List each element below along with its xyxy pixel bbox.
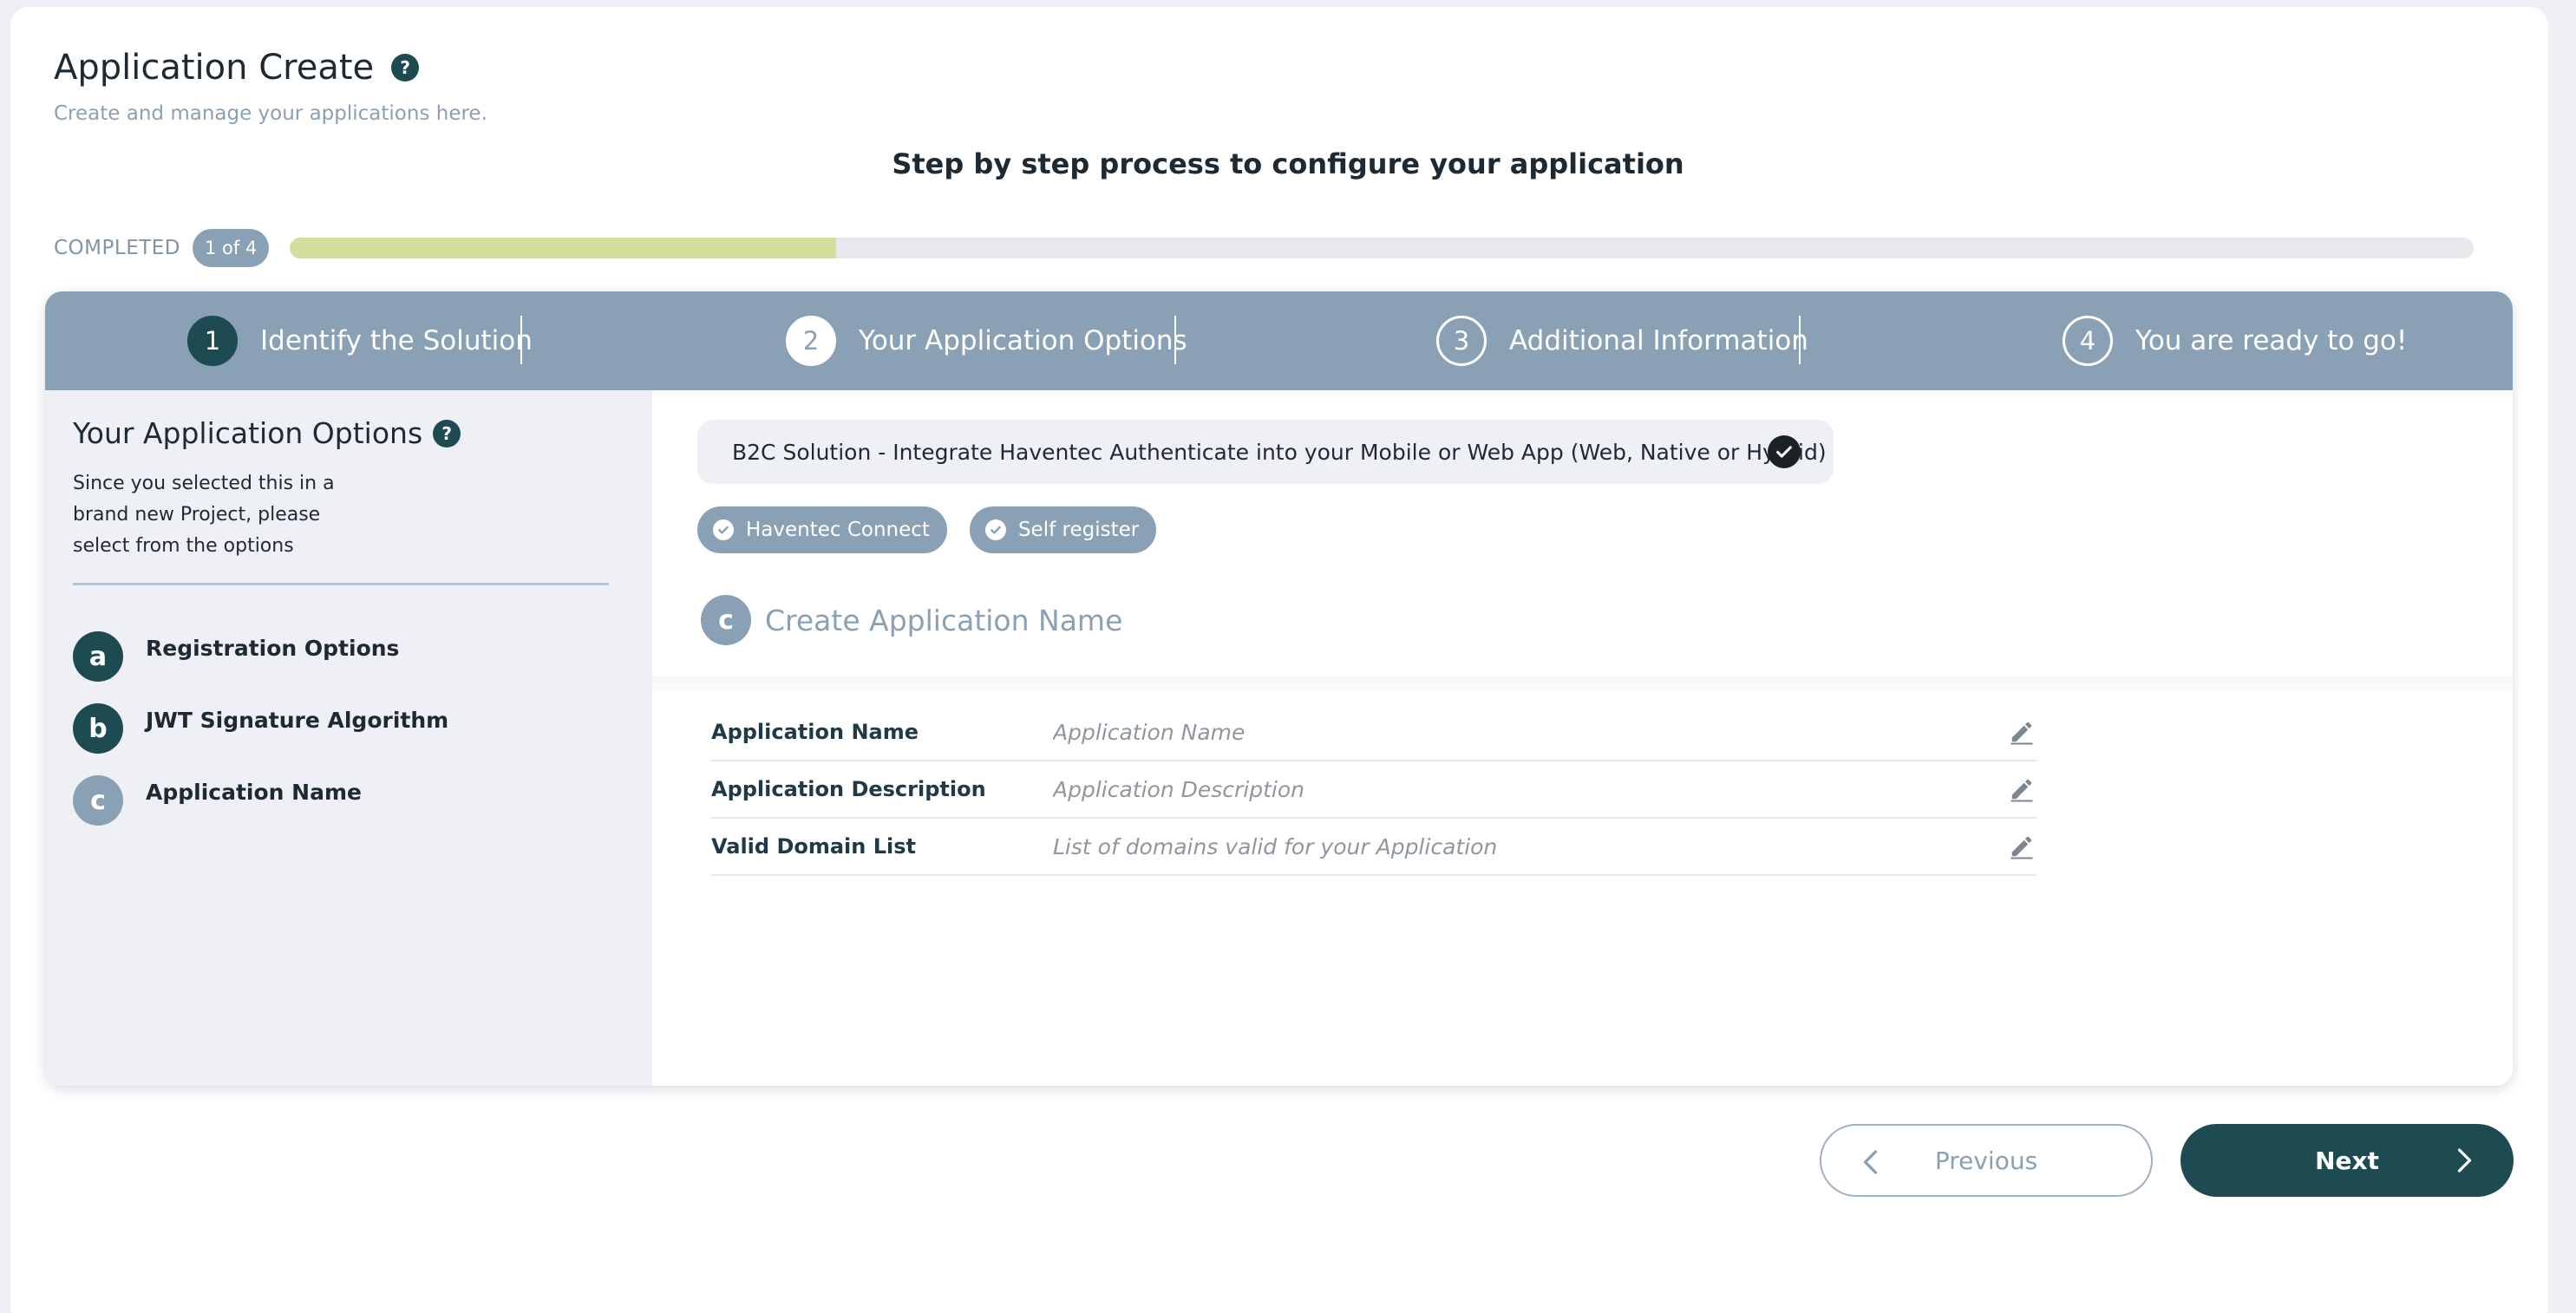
sidebar-item-application-name[interactable]: c Application Name [73,775,362,826]
step-number: 2 [786,316,836,366]
application-description-input[interactable] [1053,776,2009,802]
step-label: You are ready to go! [2135,325,2408,356]
step-label: Identify the Solution [260,325,533,356]
chip-haventec-connect: Haventec Connect [697,506,947,553]
section-heading-text: Create Application Name [765,603,1123,637]
help-icon[interactable]: ? [391,54,420,82]
steps-heading: Step by step process to configure your a… [892,147,1684,180]
sidebar-item-label: Application Name [146,779,362,805]
chip-self-register: Self register [969,506,1157,553]
sidebar-item-label: Registration Options [146,635,400,661]
step-divider [520,316,522,364]
selected-solution-text: B2C Solution - Integrate Haventec Authen… [732,439,1827,465]
step-additional-information[interactable]: 3 Additional Information [1436,291,1808,390]
chevron-right-icon [2457,1148,2472,1173]
step-number: 3 [1436,316,1487,366]
application-name-row: Application Name [711,704,2037,761]
pencil-icon[interactable] [2009,719,2035,745]
sidebar-title-text: Your Application Options [73,416,423,450]
chip-label: Haventec Connect [746,519,930,541]
progress-row: COMPLETED 1 of 4 [54,227,2474,269]
step-divider [1174,316,1176,364]
chevron-left-icon [1863,1150,1878,1174]
section-divider [652,676,2513,696]
application-name-label: Application Name [711,720,919,744]
progress-bar [290,238,2474,258]
check-icon [984,519,1006,540]
completed-count-badge: 1 of 4 [193,229,270,267]
application-description-row: Application Description [711,761,2037,819]
next-button-label: Next [2315,1146,2379,1175]
step-ready-to-go[interactable]: 4 You are ready to go! [2063,291,2407,390]
page-title: Application Create ? [54,43,420,92]
application-description-label: Application Description [711,777,986,801]
step-letter-badge: a [73,631,123,682]
section-heading: c Create Application Name [701,595,1122,645]
sidebar-item-registration-options[interactable]: a Registration Options [73,631,399,682]
sidebar-description: Since you selected this in a brand new P… [73,473,335,557]
previous-button-label: Previous [1934,1146,2038,1175]
step-identify-solution[interactable]: 1 Identify the Solution [187,291,533,390]
options-sidebar: Your Application Options ? Since you sel… [45,390,652,1086]
sidebar-title: Your Application Options ? [73,416,461,450]
step-letter-badge: b [73,703,123,754]
step-divider [1799,316,1801,364]
previous-button[interactable]: Previous [1820,1124,2153,1197]
progress-bar-fill [290,238,836,258]
step-number: 4 [2063,316,2113,366]
step-number: 1 [187,316,238,366]
selected-options-chips: Haventec Connect Self register [697,506,1157,553]
step-letter-badge: c [73,775,123,826]
pencil-icon[interactable] [2009,833,2035,859]
page-title-text: Application Create [54,48,375,88]
help-icon[interactable]: ? [433,419,461,447]
step-application-options[interactable]: 2 Your Application Options [786,291,1187,390]
sidebar-divider [73,583,609,585]
sidebar-item-jwt-signature[interactable]: b JWT Signature Algorithm [73,703,448,754]
completed-label: COMPLETED [54,237,181,259]
options-main: B2C Solution - Integrate Haventec Authen… [652,390,2513,1086]
wizard-panel: 1 Identify the Solution 2 Your Applicati… [45,291,2513,1086]
selected-solution: B2C Solution - Integrate Haventec Authen… [697,420,1834,484]
step-label: Your Application Options [859,325,1187,356]
next-button[interactable]: Next [2180,1124,2514,1197]
valid-domain-list-label: Valid Domain List [711,834,917,859]
stepper-bar: 1 Identify the Solution 2 Your Applicati… [45,291,2513,390]
chip-label: Self register [1017,519,1140,541]
check-circle-icon [1768,435,1801,468]
step-label: Additional Information [1509,325,1808,356]
valid-domain-list-input[interactable] [1053,833,2009,859]
valid-domain-list-row: Valid Domain List [711,819,2037,876]
page-subtitle: Create and manage your applications here… [54,102,487,125]
application-name-input[interactable] [1053,719,2009,745]
step-letter-badge: c [701,595,751,645]
sidebar-item-label: JWT Signature Algorithm [146,707,449,733]
check-icon [713,519,734,540]
pencil-icon[interactable] [2009,776,2035,802]
